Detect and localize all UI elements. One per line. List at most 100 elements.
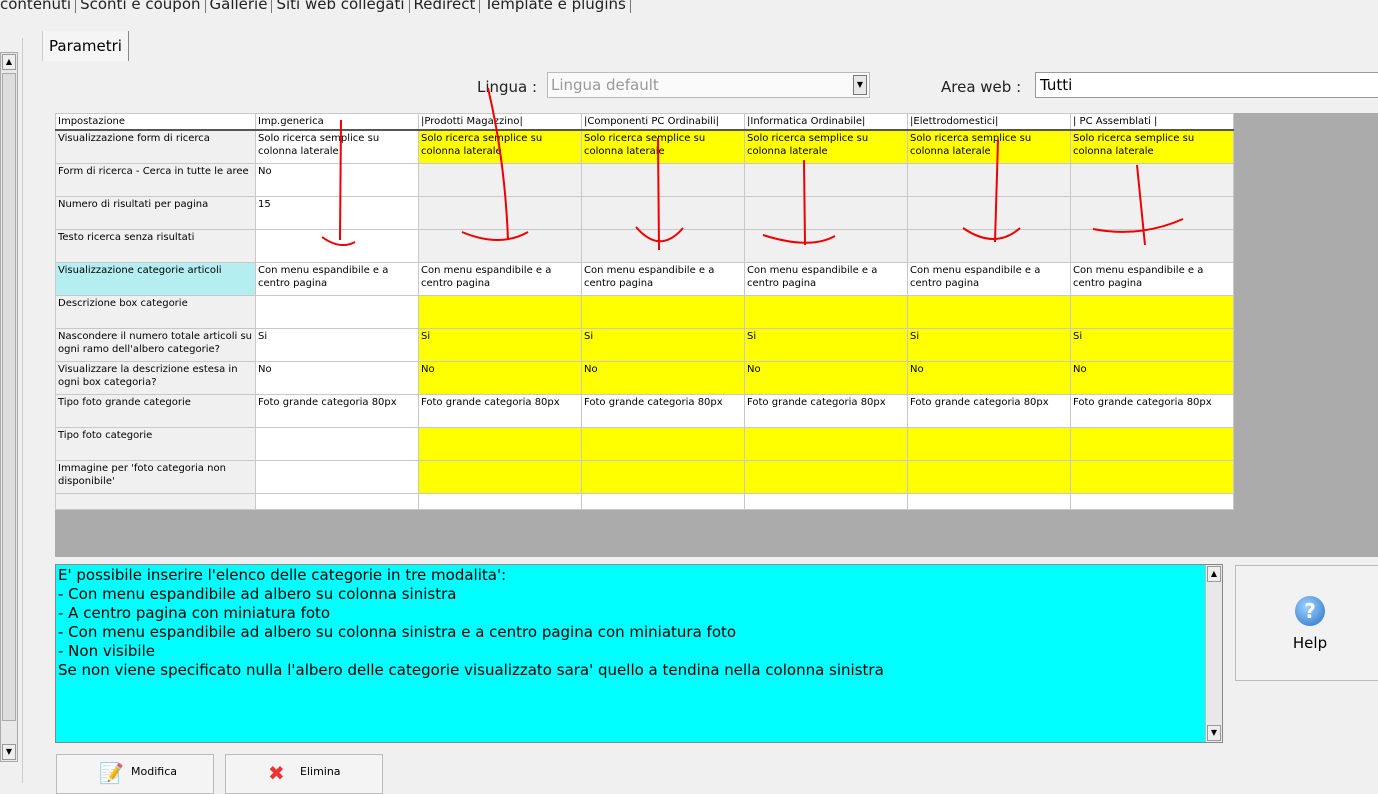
table-cell[interactable]: Tipo foto grande categorie (55, 393, 256, 428)
table-cell[interactable]: Solo ricerca semplice su colonna lateral… (581, 129, 745, 164)
table-cell[interactable]: Solo ricerca semplice su colonna lateral… (1070, 129, 1234, 164)
table-cell[interactable]: No (1070, 360, 1234, 395)
table-row[interactable]: Tipo foto grande categorie Foto grande ca… (55, 393, 1234, 428)
table-cell[interactable] (907, 426, 1071, 461)
table-cell[interactable]: Visualizzazione categorie articoli (55, 261, 256, 296)
table-cell[interactable] (744, 426, 908, 461)
column-header[interactable]: |Informatica Ordinabile| (744, 113, 908, 131)
table-row[interactable]: Descrizione box categorie (55, 294, 1234, 329)
table-cell[interactable]: Con menu espandibile e a centro pagina (907, 261, 1071, 296)
table-cell[interactable] (581, 426, 745, 461)
table-cell[interactable]: Si (907, 327, 1071, 362)
table-cell[interactable]: Si (581, 327, 745, 362)
table-cell[interactable] (581, 294, 745, 329)
table-cell[interactable] (744, 459, 908, 494)
table-cell[interactable]: Si (744, 327, 908, 362)
table-row[interactable]: Tipo foto categorie (55, 426, 1234, 461)
table-row[interactable]: Immagine per 'foto categoria non disponi… (55, 459, 1234, 494)
column-header[interactable]: |Prodotti Magazzino| (418, 113, 582, 131)
table-cell[interactable] (1070, 492, 1234, 510)
table-cell[interactable]: Foto grande categoria 80px (1070, 393, 1234, 428)
scroll-down-icon[interactable]: ▼ (1207, 725, 1221, 741)
table-cell[interactable] (418, 228, 582, 263)
table-cell[interactable] (744, 195, 908, 230)
table-cell[interactable] (907, 195, 1071, 230)
table-cell[interactable]: Solo ricerca semplice su colonna lateral… (418, 129, 582, 164)
column-header[interactable]: Imp.generica (255, 113, 419, 131)
table-cell[interactable] (1070, 228, 1234, 263)
column-header[interactable]: Impostazione (55, 113, 256, 131)
description-scrollbar[interactable]: ▲ ▼ (1205, 565, 1222, 742)
tab-parametri[interactable]: Parametri (42, 31, 129, 61)
table-row[interactable]: Numero di risultati per pagina 15 (55, 195, 1234, 230)
table-row[interactable]: Nascondere il numero totale articoli su … (55, 327, 1234, 362)
table-cell[interactable]: 15 (255, 195, 419, 230)
table-cell[interactable]: Form di ricerca - Cerca in tutte le aree (55, 162, 256, 197)
column-header[interactable]: | PC Assemblati | (1070, 113, 1234, 131)
table-cell[interactable]: Testo ricerca senza risultati (55, 228, 256, 263)
scroll-down-icon[interactable]: ▼ (2, 744, 16, 760)
table-cell[interactable] (1070, 294, 1234, 329)
table-cell[interactable]: No (744, 360, 908, 395)
table-cell[interactable] (1070, 162, 1234, 197)
chevron-down-icon[interactable]: ▼ (853, 75, 867, 95)
table-cell[interactable] (581, 459, 745, 494)
table-cell[interactable]: Solo ricerca semplice su colonna lateral… (907, 129, 1071, 164)
table-cell[interactable] (55, 492, 256, 510)
top-tab[interactable]: Template e plugins (480, 0, 631, 13)
table-row[interactable]: Testo ricerca senza risultati (55, 228, 1234, 263)
table-row[interactable]: Visualizzare la descrizione estesa in og… (55, 360, 1234, 395)
table-cell[interactable]: Con menu espandibile e a centro pagina (744, 261, 908, 296)
table-cell[interactable]: Nascondere il numero totale articoli su … (55, 327, 256, 362)
table-cell[interactable]: Foto grande categoria 80px (255, 393, 419, 428)
top-tab[interactable]: Redirect (409, 0, 481, 13)
area-web-field[interactable]: Tutti (1035, 72, 1378, 98)
table-cell[interactable] (255, 294, 419, 329)
table-cell[interactable] (744, 294, 908, 329)
table-cell[interactable]: Tipo foto categorie (55, 426, 256, 461)
table-cell[interactable]: No (418, 360, 582, 395)
modifica-button[interactable]: 📝 Modifica (56, 754, 214, 794)
table-cell[interactable]: Con menu espandibile e a centro pagina (581, 261, 745, 296)
table-cell[interactable] (255, 228, 419, 263)
top-tab[interactable]: Gallerie (205, 0, 273, 13)
table-cell[interactable]: Foto grande categoria 80px (744, 393, 908, 428)
table-cell[interactable] (418, 492, 582, 510)
help-button[interactable]: ? Help (1235, 565, 1378, 681)
elimina-button[interactable]: ✖ Elimina (225, 754, 383, 794)
top-tab[interactable]: contenuti (0, 0, 77, 13)
description-textarea[interactable]: E' possibile inserire l'elenco delle cat… (55, 564, 1223, 743)
table-cell[interactable] (907, 162, 1071, 197)
table-cell[interactable]: Con menu espandibile e a centro pagina (1070, 261, 1234, 296)
table-cell[interactable] (255, 426, 419, 461)
table-cell[interactable] (255, 492, 419, 510)
table-row[interactable]: Visualizzazione form di ricerca Solo rice… (55, 129, 1234, 164)
table-cell[interactable]: Foto grande categoria 80px (418, 393, 582, 428)
table-row[interactable] (55, 492, 1234, 510)
table-cell[interactable] (907, 459, 1071, 494)
table-row[interactable]: Visualizzazione categorie articoli Con me… (55, 261, 1234, 296)
table-cell[interactable]: Descrizione box categorie (55, 294, 256, 329)
table-cell[interactable]: Si (255, 327, 419, 362)
table-cell[interactable]: Si (1070, 327, 1234, 362)
table-cell[interactable]: Solo ricerca semplice su colonna lateral… (255, 129, 419, 164)
top-tab[interactable]: Siti web collegati (272, 0, 410, 13)
table-cell[interactable] (907, 492, 1071, 510)
table-cell[interactable]: No (255, 360, 419, 395)
table-cell[interactable]: Con menu espandibile e a centro pagina (418, 261, 582, 296)
table-cell[interactable] (581, 162, 745, 197)
column-header[interactable]: |Elettrodomestici| (907, 113, 1071, 131)
table-row[interactable]: Form di ricerca - Cerca in tutte le aree… (55, 162, 1234, 197)
table-cell[interactable] (418, 426, 582, 461)
table-cell[interactable] (907, 294, 1071, 329)
table-cell[interactable]: Foto grande categoria 80px (907, 393, 1071, 428)
left-scrollbar[interactable]: ▲ ▼ (0, 52, 18, 762)
scroll-thumb[interactable] (2, 73, 16, 721)
table-cell[interactable] (418, 195, 582, 230)
table-cell[interactable] (418, 459, 582, 494)
scroll-up-icon[interactable]: ▲ (1207, 566, 1221, 582)
table-cell[interactable]: Immagine per 'foto categoria non disponi… (55, 459, 256, 494)
table-cell[interactable] (1070, 195, 1234, 230)
table-cell[interactable] (581, 228, 745, 263)
table-cell[interactable]: Visualizzare la descrizione estesa in og… (55, 360, 256, 395)
